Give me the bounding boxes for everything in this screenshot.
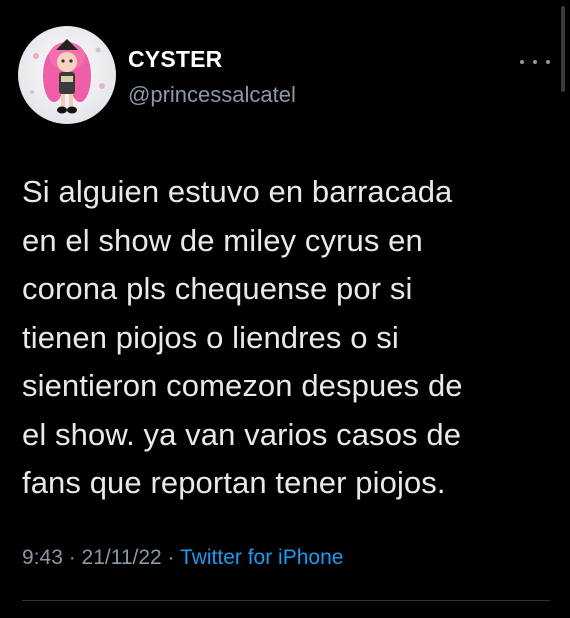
user-handle[interactable]: @princessalcatel [128, 82, 296, 108]
divider [22, 600, 550, 601]
avatar-illustration [30, 39, 105, 114]
more-horizontal-icon [546, 60, 550, 64]
tweet-time[interactable]: 9:43 [22, 546, 63, 569]
meta-separator: · [62, 546, 82, 569]
meta-separator: · [161, 546, 181, 569]
tweet-metadata: 9:43 · 21/11/22 · Twitter for iPhone [22, 546, 343, 570]
more-horizontal-icon [533, 60, 537, 64]
tweet-date[interactable]: 21/11/22 [82, 546, 162, 569]
scroll-indicator[interactable] [561, 6, 565, 92]
avatar[interactable] [18, 26, 116, 124]
tweet-detail: CYSTER @princessalcatel Si alguien estuv… [0, 0, 570, 618]
tweet-text: Si alguien estuvo en barracada en el sho… [22, 174, 463, 500]
more-options-button[interactable] [520, 52, 550, 72]
more-horizontal-icon [520, 60, 524, 64]
tweet-source-link[interactable]: Twitter for iPhone [180, 546, 343, 569]
display-name[interactable]: CYSTER [128, 46, 223, 73]
